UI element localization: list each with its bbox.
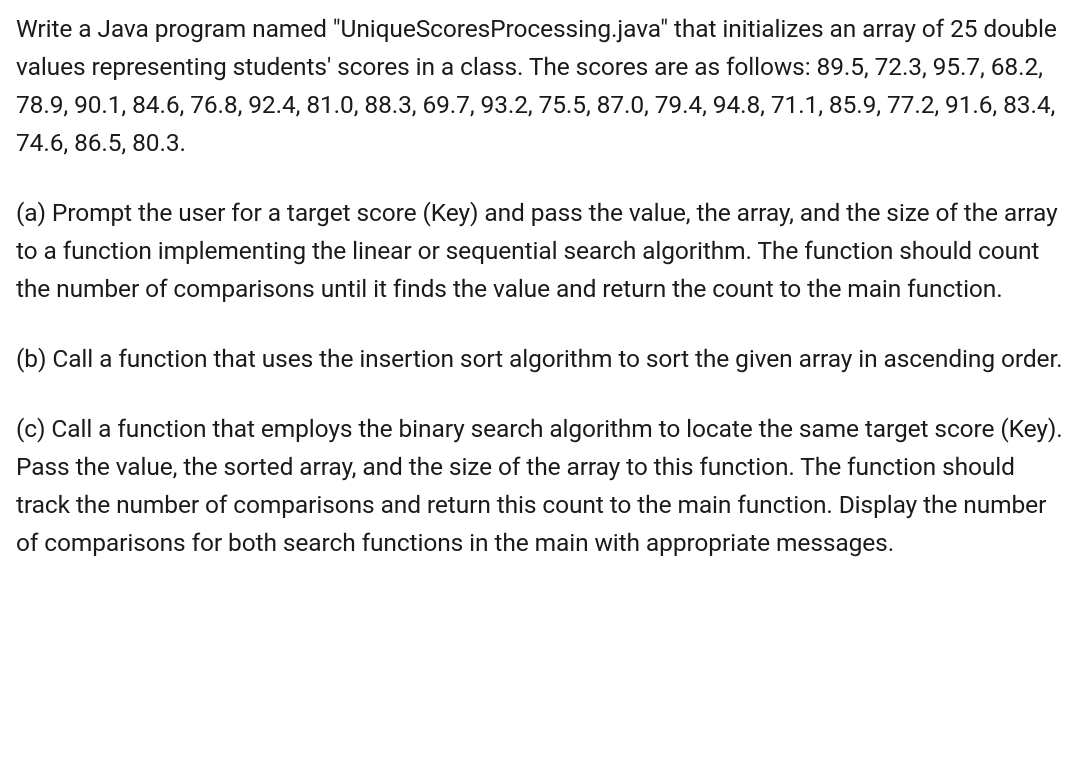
part-a-paragraph: (a) Prompt the user for a target score (…: [16, 194, 1064, 308]
part-c-paragraph: (c) Call a function that employs the bin…: [16, 410, 1064, 562]
intro-paragraph: Write a Java program named "UniqueScores…: [16, 10, 1064, 162]
part-b-paragraph: (b) Call a function that uses the insert…: [16, 340, 1064, 378]
